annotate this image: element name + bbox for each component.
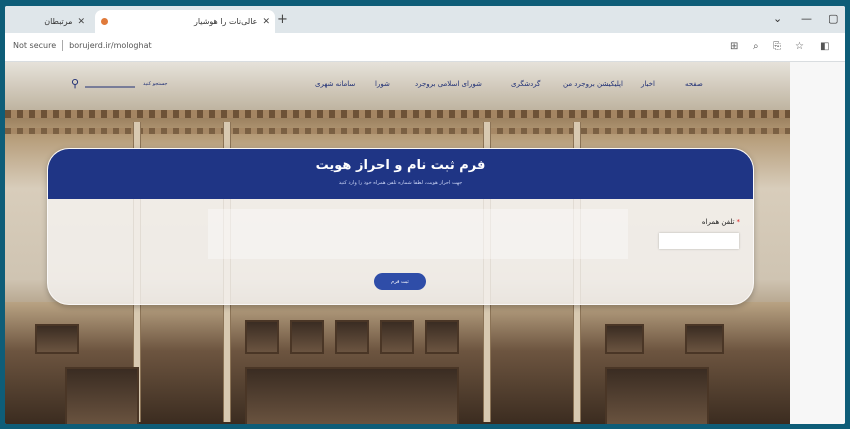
url-text[interactable]: borujerd.ir/mologhat [69, 41, 151, 50]
form-subtitle: جهت احراز هویت، لطفا شماره تلفن همراه خو… [338, 180, 463, 186]
site-nav: صفحه اخبار اپلیکیشن بروجرد من گردشگری شو… [5, 80, 790, 94]
tab-strip: مرتبطان ✕ عالی‌نات را هوشیار ✕ + ⌄ — ▢ [5, 6, 845, 33]
bookmark-star-icon[interactable]: ☆ [795, 41, 804, 52]
nav-item-news[interactable]: اخبار [641, 80, 655, 88]
background-window [605, 367, 709, 424]
page-viewport: ⚲ جستجو کنید صفحه اخبار اپلیکیشن بروجرد … [5, 62, 790, 424]
sidebar-icon[interactable]: ◧ [820, 41, 829, 52]
background-window [605, 324, 644, 354]
form-title: فرم ثبت نام و احراز هویت [315, 158, 486, 173]
background-window [380, 320, 414, 354]
background-window [425, 320, 459, 354]
close-icon[interactable]: ✕ [262, 17, 270, 27]
new-tab-icon[interactable]: + [277, 12, 288, 27]
phone-input[interactable] [659, 233, 739, 249]
background-window [35, 324, 79, 354]
background-reflection [208, 209, 628, 259]
tab-list-chevron-icon[interactable]: ⌄ [773, 12, 782, 25]
background-window [335, 320, 369, 354]
background-window [245, 367, 459, 424]
tab-2-active[interactable]: عالی‌نات را هوشیار ✕ [95, 10, 275, 33]
address-bar[interactable]: Not secure borujerd.ir/mologhat [13, 40, 152, 51]
phone-label-text: تلفن همراه [701, 218, 735, 226]
background-window [245, 320, 279, 354]
nav-item-shora[interactable]: شورا [375, 80, 390, 88]
nav-item-council[interactable]: شورای اسلامی بروجرد [415, 80, 482, 88]
nav-item-city-system[interactable]: سامانه شهری [315, 80, 355, 88]
site-favicon-icon [101, 18, 108, 25]
maximize-icon[interactable]: ▢ [828, 12, 838, 25]
tab-1-label: مرتبطان [44, 17, 73, 26]
minimize-icon[interactable]: — [801, 12, 812, 25]
install-icon[interactable]: ⎘ [773, 41, 781, 52]
required-marker: * [736, 218, 741, 226]
background-cornice [5, 110, 790, 118]
background-cornice [5, 128, 790, 134]
divider [62, 40, 64, 51]
tab-1[interactable]: مرتبطان ✕ [15, 10, 90, 33]
background-window [685, 324, 724, 354]
browser-side-panel [790, 62, 845, 424]
close-icon[interactable]: ✕ [77, 17, 85, 27]
background-window [65, 367, 139, 424]
browser-window: مرتبطان ✕ عالی‌نات را هوشیار ✕ + ⌄ — ▢ N… [5, 6, 845, 424]
nav-item-home[interactable]: صفحه [685, 80, 703, 88]
nav-item-app[interactable]: اپلیکیشن بروجرد من [563, 80, 623, 88]
registration-form-card: فرم ثبت نام و احراز هویت جهت احراز هویت،… [47, 148, 754, 305]
tab-2-label: عالی‌نات را هوشیار [194, 17, 258, 26]
address-bar-row: Not secure borujerd.ir/mologhat ⊞ ⌕ ⎘ ☆ … [5, 33, 845, 62]
security-status[interactable]: Not secure [13, 41, 56, 50]
form-header: فرم ثبت نام و احراز هویت جهت احراز هویت،… [48, 149, 753, 199]
background-window [290, 320, 324, 354]
nav-item-tourism[interactable]: گردشگری [511, 80, 540, 88]
zoom-icon[interactable]: ⌕ [753, 41, 759, 52]
translate-icon[interactable]: ⊞ [730, 41, 738, 52]
submit-button[interactable]: ثبت فرم [374, 273, 426, 290]
phone-label: *تلفن همراه [702, 218, 740, 226]
